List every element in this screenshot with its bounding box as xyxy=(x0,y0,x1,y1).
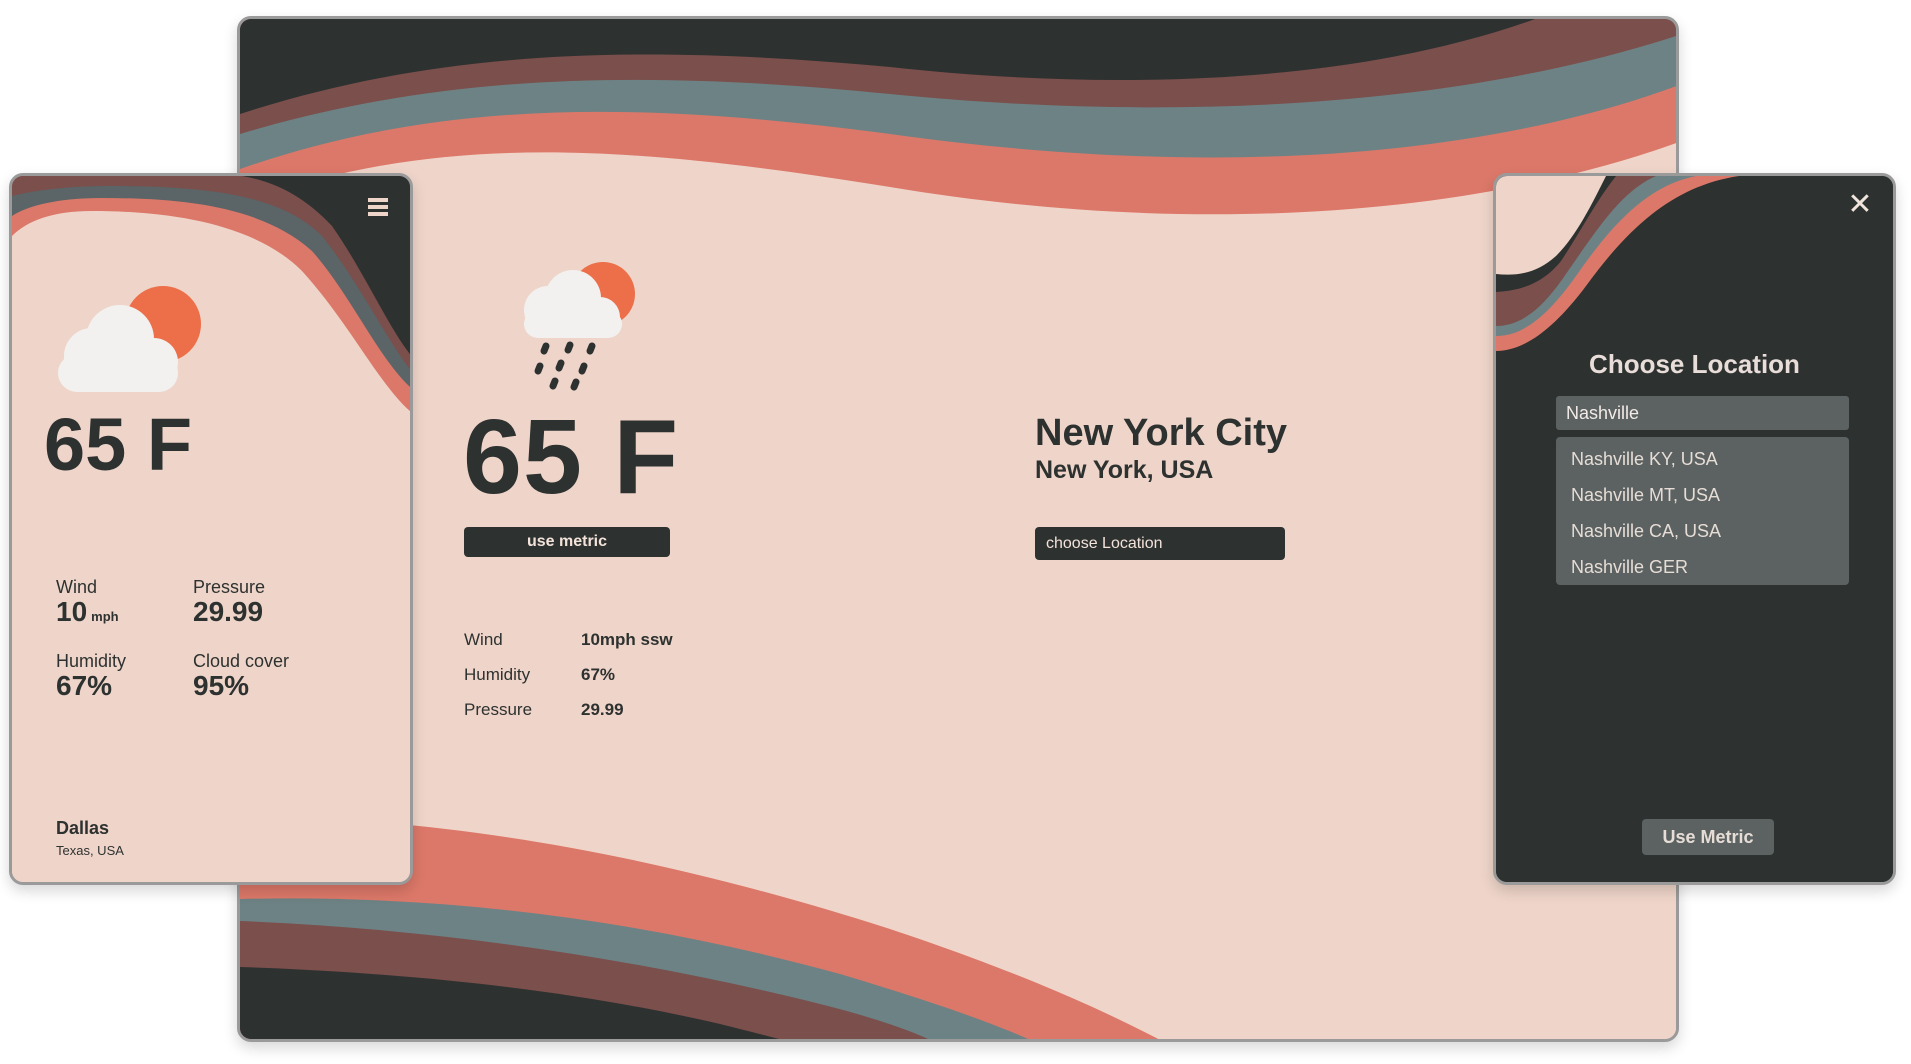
stat-label: Pressure xyxy=(464,699,533,719)
stat-value: 67% xyxy=(581,664,616,684)
wind-stat: Wind 10 mph xyxy=(56,576,119,626)
stat-value: 29.99 xyxy=(581,699,624,719)
list-item[interactable]: Nashville GER xyxy=(1556,549,1849,585)
list-item[interactable]: Nashville MT, USA xyxy=(1556,477,1849,513)
cloud-cover-stat: Cloud cover 95% xyxy=(193,650,289,700)
sun-cloud-rain-icon xyxy=(524,262,635,391)
mobile-wave-background xyxy=(12,176,410,882)
stat-value: 95% xyxy=(193,670,250,701)
stat-label: Cloud cover xyxy=(193,651,290,671)
city-name: Dallas xyxy=(56,818,110,838)
stat-row-wind: Wind 10mph ssw xyxy=(464,622,673,657)
stat-label: Wind xyxy=(56,577,98,597)
humidity-stat: Humidity 67% xyxy=(56,650,126,700)
weather-stats: Wind 10mph ssw Humidity 67% Pressure 29.… xyxy=(464,622,673,727)
stat-label: Wind xyxy=(464,629,503,649)
sun-cloud-icon xyxy=(58,286,201,392)
stat-value: 10mph ssw xyxy=(581,629,673,649)
choose-location-panel: ✕ Choose Location Nashville KY, USA Nash… xyxy=(1493,173,1896,885)
current-temperature: 65 F xyxy=(44,403,193,486)
city-region: Texas, USA xyxy=(56,843,124,858)
stat-row-humidity: Humidity 67% xyxy=(464,657,673,692)
stat-label: Humidity xyxy=(464,664,531,684)
stat-row-pressure: Pressure 29.99 xyxy=(464,692,673,727)
city-name: New York City xyxy=(1035,412,1288,454)
stat-value: 10 xyxy=(56,596,88,627)
hamburger-menu-icon[interactable] xyxy=(367,196,389,218)
use-metric-button[interactable]: use metric xyxy=(464,527,670,557)
stat-value: 67% xyxy=(56,670,113,701)
mobile-weather-window: 65 F Wind 10 mph Pressure 29.99 Humidity … xyxy=(9,173,413,885)
choose-location-button[interactable]: choose Location xyxy=(1035,527,1285,560)
desktop-weather-window: 65 F use metric New York City New York, … xyxy=(237,16,1679,1042)
list-item[interactable]: Nashville KY, USA xyxy=(1556,441,1849,477)
list-item[interactable]: Nashville CA, USA xyxy=(1556,513,1849,549)
location-search-input[interactable] xyxy=(1556,396,1849,430)
current-temperature: 65 F xyxy=(463,398,680,516)
stat-label: Pressure xyxy=(193,577,266,597)
close-icon[interactable]: ✕ xyxy=(1845,190,1875,220)
stat-unit: mph xyxy=(91,609,119,624)
stat-value: 29.99 xyxy=(193,596,264,627)
pressure-stat: Pressure 29.99 xyxy=(193,576,265,626)
city-region: New York, USA xyxy=(1035,456,1214,484)
use-metric-button[interactable]: Use Metric xyxy=(1642,819,1774,855)
panel-title: Choose Location xyxy=(1589,349,1800,379)
stat-label: Humidity xyxy=(56,651,127,671)
location-suggestions: Nashville KY, USA Nashville MT, USA Nash… xyxy=(1556,437,1849,585)
